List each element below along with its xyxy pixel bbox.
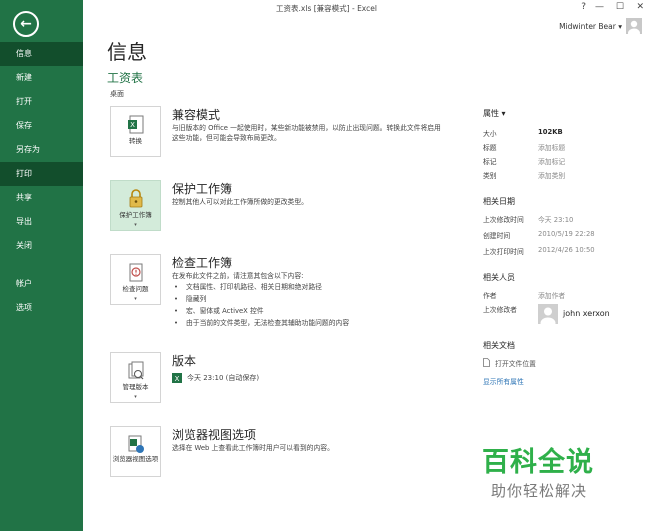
- title-field[interactable]: 添加标题: [538, 142, 565, 152]
- list-item: 由于当前的文件类型，无法检查其辅助功能问题的内容: [172, 317, 452, 329]
- section-title: 浏览器视图选项: [172, 428, 257, 442]
- show-all-properties-link[interactable]: 显示所有属性: [483, 376, 524, 386]
- nav-item-print[interactable]: 打印: [0, 162, 83, 186]
- property-key: 大小: [483, 130, 497, 138]
- nav-item-info[interactable]: 信息: [0, 42, 83, 66]
- convert-button-label: 转换: [129, 137, 142, 145]
- date-key: 上次修改时间: [483, 216, 524, 224]
- property-key: 类别: [483, 172, 497, 180]
- property-key: 标记: [483, 158, 497, 166]
- minimize-button[interactable]: —: [595, 2, 604, 12]
- compat-mode-section: X 转换 兼容模式 与旧版本的 Office 一起使用时，某些新功能被禁用，以防…: [110, 106, 470, 161]
- version-entry-label: 今天 23:10 (自动保存): [187, 374, 260, 382]
- document-location: 桌面: [110, 90, 124, 98]
- version-entry[interactable]: X 今天 23:10 (自动保存): [172, 373, 259, 383]
- property-key: 标题: [483, 144, 497, 152]
- protect-workbook-button-label: 保护工作簿: [119, 211, 152, 219]
- inspect-icon: [129, 263, 143, 282]
- date-value: 2012/4/26 10:50: [538, 246, 595, 254]
- add-author-field[interactable]: 添加作者: [538, 290, 565, 300]
- chevron-down-icon: ▾: [134, 394, 137, 400]
- account-name: Midwinter Bear ▾: [559, 21, 622, 31]
- backstage-sidebar: ← 信息 新建 打开 保存 另存为 打印 共享 导出 关闭 帐户 选项: [0, 0, 83, 531]
- section-title: 保护工作簿: [172, 182, 233, 196]
- chevron-down-icon: ▾: [134, 222, 137, 228]
- account-menu[interactable]: Midwinter Bear ▾: [559, 18, 642, 34]
- manage-versions-label: 管理版本: [122, 383, 149, 391]
- close-button[interactable]: ✕: [636, 2, 644, 12]
- watermark-subtitle: 助你轻松解决: [491, 482, 588, 500]
- related-dates-header: 相关日期: [483, 197, 515, 206]
- section-title: 检查工作簿: [172, 256, 233, 270]
- section-title: 版本: [172, 354, 197, 368]
- document-name: 工资表: [107, 71, 144, 85]
- inspect-workbook-section: 检查问题 ▾ 检查工作簿 在发布此文件之前，请注意其包含以下内容: 文档属性、打…: [110, 254, 470, 334]
- related-people-header: 相关人员: [483, 273, 515, 282]
- author-key: 作者: [483, 292, 497, 300]
- inspection-list: 文档属性、打印机路径、相关日期和绝对路径 隐藏列 宏、窗体或 ActiveX 控…: [172, 281, 452, 329]
- date-value: 今天 23:10: [538, 216, 574, 224]
- window-title: 工资表.xls [兼容模式] - Excel: [276, 4, 377, 13]
- section-description: 选择在 Web 上查看此工作簿时用户可以看到的内容。: [172, 444, 334, 452]
- category-field[interactable]: 添加类别: [538, 170, 565, 180]
- nav-item-export[interactable]: 导出: [0, 210, 83, 234]
- user-silhouette-icon: [540, 307, 556, 324]
- svg-text:X: X: [130, 121, 135, 129]
- back-arrow-icon: ←: [20, 16, 32, 32]
- date-value: 2010/5/19 22:28: [538, 230, 595, 238]
- versions-section: 管理版本 ▾ 版本 X 今天 23:10 (自动保存): [110, 352, 470, 407]
- nav-item-close[interactable]: 关闭: [0, 234, 83, 258]
- help-button[interactable]: ?: [581, 2, 586, 12]
- maximize-button[interactable]: ☐: [616, 2, 624, 12]
- nav-item-open[interactable]: 打开: [0, 90, 83, 114]
- document-icon: [483, 358, 490, 367]
- browser-view-section: 浏览器视图选项 浏览器视图选项 选择在 Web 上查看此工作簿时用户可以看到的内…: [110, 426, 470, 481]
- nav-item-save-as[interactable]: 另存为: [0, 138, 83, 162]
- section-description: 控制其他人可以对此工作簿所做的更改类型。: [172, 198, 308, 206]
- protect-workbook-section: 保护工作簿 ▾ 保护工作簿 控制其他人可以对此工作簿所做的更改类型。: [110, 180, 470, 235]
- browser-view-options-label: 浏览器视图选项: [112, 455, 159, 463]
- lock-key-icon: [129, 189, 143, 208]
- avatar: [538, 304, 558, 324]
- chevron-down-icon: ▾: [134, 296, 137, 302]
- list-item: 宏、窗体或 ActiveX 控件: [172, 305, 452, 317]
- nav-item-new[interactable]: 新建: [0, 66, 83, 90]
- excel-convert-icon: X: [128, 115, 144, 134]
- account-avatar: [626, 18, 642, 34]
- excel-file-icon: X: [172, 373, 182, 383]
- back-button[interactable]: ←: [13, 11, 39, 37]
- browser-view-options-button[interactable]: 浏览器视图选项: [110, 426, 161, 477]
- user-silhouette-icon: [628, 20, 640, 34]
- section-description: 与旧版本的 Office 一起使用时，某些新功能被禁用，以防止出现问题。转换此文…: [172, 124, 441, 142]
- browser-view-icon: [128, 435, 144, 453]
- section-title: 兼容模式: [172, 108, 221, 122]
- convert-button[interactable]: X 转换: [110, 106, 161, 157]
- last-modified-by-name: john xerxon: [563, 309, 610, 318]
- watermark-title: 百科全说: [482, 447, 594, 478]
- open-file-location-link[interactable]: 打开文件位置: [483, 358, 536, 368]
- nav-item-save[interactable]: 保存: [0, 114, 83, 138]
- list-item: 隐藏列: [172, 293, 452, 305]
- date-key: 创建时间: [483, 232, 511, 240]
- page-title: 信息: [107, 40, 147, 64]
- date-key: 上次打印时间: [483, 248, 524, 256]
- nav-item-options[interactable]: 选项: [0, 296, 83, 320]
- nav-item-share[interactable]: 共享: [0, 186, 83, 210]
- check-for-issues-label: 检查问题: [122, 285, 149, 293]
- title-bar: 工资表.xls [兼容模式] - Excel ? — ☐ ✕: [83, 0, 650, 18]
- related-documents-header: 相关文档: [483, 341, 515, 350]
- tags-field[interactable]: 添加标记: [538, 156, 565, 166]
- protect-workbook-button[interactable]: 保护工作簿 ▾: [110, 180, 161, 231]
- size-value: 102KB: [538, 128, 563, 136]
- manage-versions-icon: [128, 361, 144, 380]
- list-item: 文档属性、打印机路径、相关日期和绝对路径: [172, 281, 452, 293]
- svg-text:X: X: [175, 375, 180, 383]
- manage-versions-button[interactable]: 管理版本 ▾: [110, 352, 161, 403]
- nav-item-account[interactable]: 帐户: [0, 272, 83, 296]
- properties-header[interactable]: 属性 ▾: [483, 108, 506, 119]
- check-for-issues-button[interactable]: 检查问题 ▾: [110, 254, 161, 305]
- last-modified-by-key: 上次修改者: [483, 306, 517, 314]
- open-file-location-label: 打开文件位置: [495, 360, 536, 368]
